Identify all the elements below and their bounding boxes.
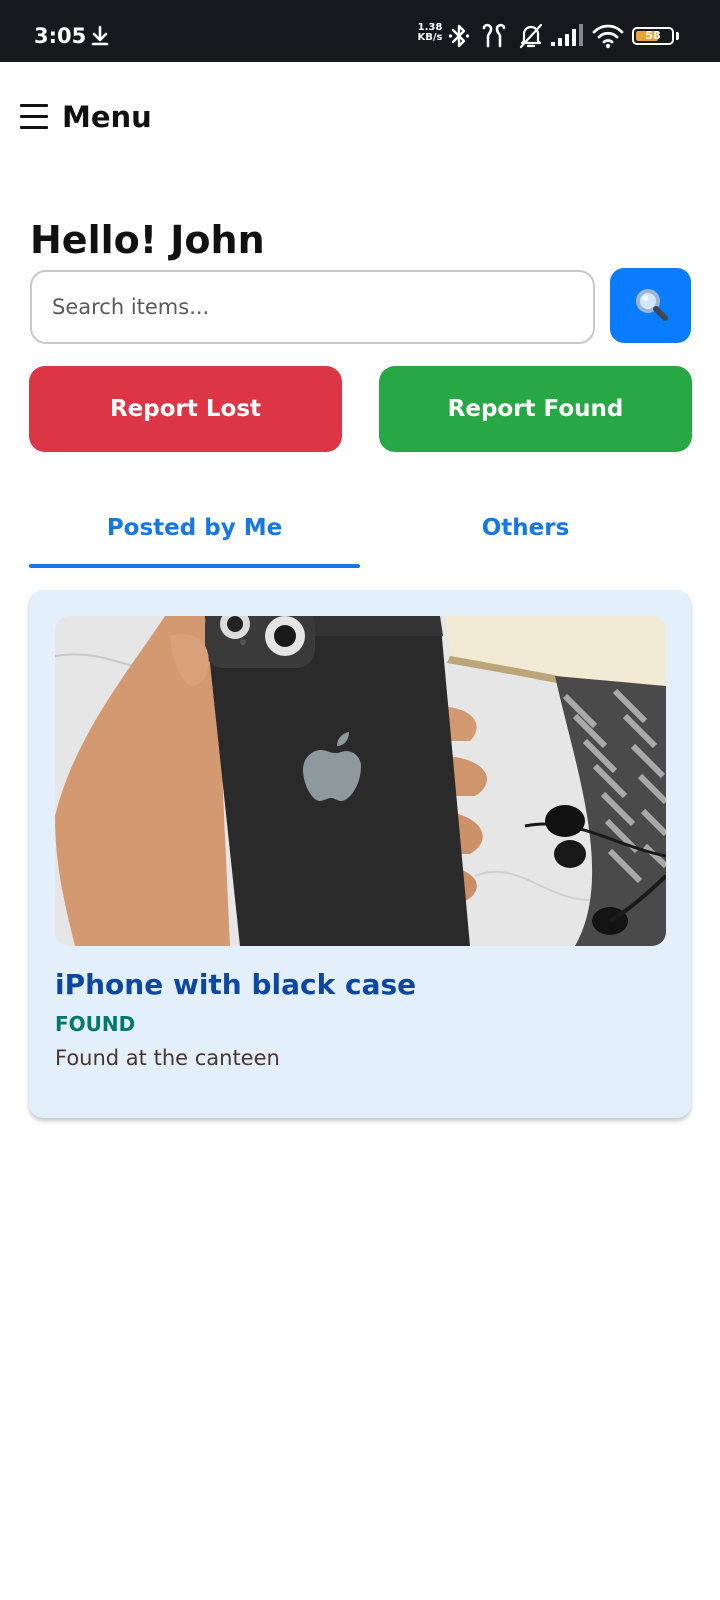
item-photo xyxy=(55,616,666,946)
wifi-icon xyxy=(592,24,624,49)
search-button[interactable] xyxy=(610,268,691,343)
item-title: iPhone with black case xyxy=(55,968,417,1001)
network-speed: 1.38 KB/s xyxy=(416,23,444,43)
status-time: 3:05 xyxy=(34,24,87,48)
battery-percent: 58 xyxy=(645,29,661,42)
tab-active-indicator xyxy=(29,564,360,568)
item-description: Found at the canteen xyxy=(55,1046,280,1070)
tab-others[interactable]: Others xyxy=(360,500,691,570)
battery-icon: 58 xyxy=(632,27,674,45)
bluetooth-icon xyxy=(448,24,470,48)
hamburger-icon xyxy=(20,104,48,130)
signal-icon xyxy=(551,24,583,46)
report-lost-button[interactable]: Report Lost xyxy=(29,366,342,452)
menu-label: Menu xyxy=(62,100,152,134)
bell-muted-icon xyxy=(519,23,543,49)
search-icon xyxy=(635,289,668,321)
greeting-heading: Hello! John xyxy=(30,218,265,262)
search-input[interactable] xyxy=(30,270,595,344)
report-found-button[interactable]: Report Found xyxy=(379,366,692,452)
item-status-badge: FOUND xyxy=(55,1012,136,1036)
download-icon xyxy=(91,25,109,46)
earbuds-icon xyxy=(482,23,506,48)
tab-posted-by-me[interactable]: Posted by Me xyxy=(29,500,360,570)
network-speed-unit: KB/s xyxy=(417,32,443,43)
battery-cap xyxy=(676,32,679,40)
item-card[interactable]: iPhone with black case FOUND Found at th… xyxy=(29,590,691,1118)
status-bar: 3:05 1.38 KB/s 58 xyxy=(0,0,720,62)
